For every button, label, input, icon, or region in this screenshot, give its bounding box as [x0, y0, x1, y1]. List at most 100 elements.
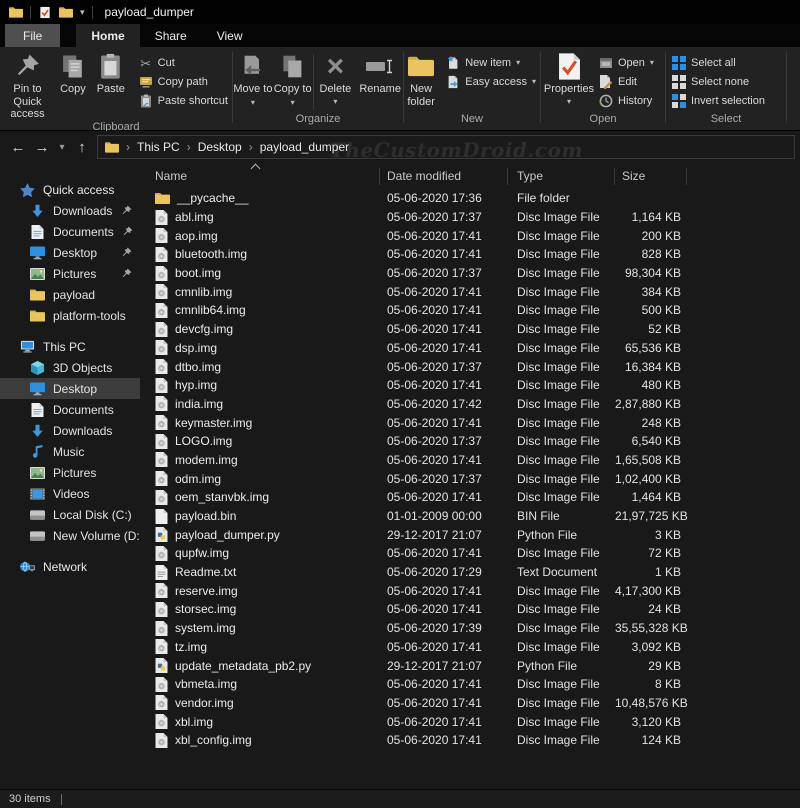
file-row[interactable]: storsec.img05-06-2020 17:41Disc Image Fi… — [140, 600, 800, 619]
sidebar-item-videos[interactable]: Videos — [0, 483, 140, 504]
tab-file[interactable]: File — [5, 24, 60, 47]
sidebar-item-new-volume-d-[interactable]: New Volume (D:) — [0, 525, 140, 546]
recent-locations-caret-icon[interactable]: ▾ — [54, 142, 70, 153]
easy-access-button[interactable]: Easy access ▾ — [446, 74, 536, 90]
divider — [30, 6, 31, 19]
paste-shortcut-button[interactable]: Paste shortcut — [139, 93, 228, 109]
sidebar-item-pictures[interactable]: Pictures — [0, 263, 140, 284]
file-row[interactable]: abl.img05-06-2020 17:37Disc Image File1,… — [140, 208, 800, 227]
file-type: Disc Image File — [508, 247, 615, 261]
group-divider — [786, 52, 787, 123]
up-button[interactable]: ↑ — [70, 139, 94, 156]
sidebar-item-documents[interactable]: Documents — [0, 399, 140, 420]
sidebar-item-desktop[interactable]: Desktop — [0, 378, 140, 399]
copy-button[interactable]: Copy — [55, 50, 91, 96]
file-row[interactable]: LOGO.img05-06-2020 17:37Disc Image File6… — [140, 432, 800, 451]
file-row[interactable]: vbmeta.img05-06-2020 17:41Disc Image Fil… — [140, 675, 800, 694]
forward-button[interactable]: → — [30, 139, 54, 156]
file-row[interactable]: tz.img05-06-2020 17:41Disc Image File3,0… — [140, 638, 800, 657]
select-all-button[interactable]: Select all — [672, 55, 765, 71]
sidebar-item-downloads[interactable]: Downloads — [0, 420, 140, 441]
file-row[interactable]: vendor.img05-06-2020 17:41Disc Image Fil… — [140, 694, 800, 713]
folder-icon[interactable] — [59, 6, 73, 19]
column-header-type[interactable]: Type — [508, 168, 615, 185]
file-row[interactable]: system.img05-06-2020 17:39Disc Image Fil… — [140, 619, 800, 638]
paste-button[interactable]: Paste — [91, 50, 131, 96]
open-button[interactable]: Open ▾ — [599, 55, 654, 71]
file-row[interactable]: dsp.img05-06-2020 17:41Disc Image File65… — [140, 339, 800, 358]
copy-to-button[interactable]: Copy to ▾ — [273, 50, 313, 108]
file-row[interactable]: hyp.img05-06-2020 17:41Disc Image File48… — [140, 376, 800, 395]
tab-share[interactable]: Share — [140, 24, 202, 47]
sidebar-item-label: Desktop — [53, 246, 97, 260]
move-to-button[interactable]: Move to ▾ — [233, 50, 273, 108]
pin-to-quick-access-button[interactable]: Pin to Quick access — [0, 50, 55, 121]
file-row[interactable]: payload.bin01-01-2009 00:00BIN File21,97… — [140, 507, 800, 526]
file-size: 2,87,880 KB — [615, 397, 687, 411]
file-date-modified: 05-06-2020 17:41 — [380, 416, 508, 430]
file-row[interactable]: reserve.img05-06-2020 17:41Disc Image Fi… — [140, 581, 800, 600]
address-box[interactable]: › This PC › Desktop › payload_dumper — [97, 135, 795, 159]
file-row[interactable]: __pycache__05-06-2020 17:36File folder — [140, 189, 800, 208]
tab-home[interactable]: Home — [76, 24, 139, 47]
file-row[interactable]: oem_stanvbk.img05-06-2020 17:41Disc Imag… — [140, 488, 800, 507]
delete-button[interactable]: × Delete ▾ — [314, 50, 358, 106]
history-button[interactable]: History — [599, 93, 654, 109]
sidebar-item-platform-tools[interactable]: platform-tools — [0, 305, 140, 326]
edit-button[interactable]: Edit — [599, 74, 654, 90]
file-row[interactable]: modem.img05-06-2020 17:41Disc Image File… — [140, 451, 800, 470]
disc-icon — [155, 452, 168, 467]
file-row[interactable]: devcfg.img05-06-2020 17:41Disc Image Fil… — [140, 320, 800, 339]
file-row[interactable]: boot.img05-06-2020 17:37Disc Image File9… — [140, 264, 800, 283]
sidebar-item-payload[interactable]: payload — [0, 284, 140, 305]
column-header-date-modified[interactable]: Date modified — [380, 168, 508, 185]
column-header-size[interactable]: Size — [615, 168, 687, 185]
sidebar-item-desktop[interactable]: Desktop — [0, 242, 140, 263]
file-row[interactable]: xbl_config.img05-06-2020 17:41Disc Image… — [140, 731, 800, 750]
file-row[interactable]: keymaster.img05-06-2020 17:41Disc Image … — [140, 413, 800, 432]
sidebar-item-downloads[interactable]: Downloads — [0, 200, 140, 221]
rename-button[interactable]: Rename — [357, 50, 403, 96]
quick-access-toolbar-caret-icon[interactable]: ▾ — [80, 8, 85, 17]
invert-selection-button[interactable]: Invert selection — [672, 93, 765, 109]
edit-label: Edit — [618, 76, 637, 88]
file-row[interactable]: Readme.txt05-06-2020 17:29Text Document1… — [140, 563, 800, 582]
breadcrumb-this-pc[interactable]: This PC — [137, 140, 180, 154]
cut-button[interactable]: ✂ Cut — [139, 55, 228, 71]
file-size: 3,092 KB — [615, 640, 687, 654]
file-row[interactable]: bluetooth.img05-06-2020 17:41Disc Image … — [140, 245, 800, 264]
new-folder-button[interactable]: New folder — [404, 50, 438, 108]
file-row[interactable]: cmnlib.img05-06-2020 17:41Disc Image Fil… — [140, 282, 800, 301]
sidebar-item-music[interactable]: Music — [0, 441, 140, 462]
back-button[interactable]: ← — [6, 139, 30, 156]
sidebar-item-local-disk-c-[interactable]: Local Disk (C:) — [0, 504, 140, 525]
file-row[interactable]: dtbo.img05-06-2020 17:37Disc Image File1… — [140, 357, 800, 376]
file-row[interactable]: xbl.img05-06-2020 17:41Disc Image File3,… — [140, 712, 800, 731]
file-size: 1,02,400 KB — [615, 472, 687, 486]
select-none-button[interactable]: Select none — [672, 74, 765, 90]
folder-icon[interactable] — [9, 6, 23, 19]
file-row[interactable]: aop.img05-06-2020 17:41Disc Image File20… — [140, 226, 800, 245]
file-row[interactable]: india.img05-06-2020 17:42Disc Image File… — [140, 395, 800, 414]
new-item-button[interactable]: New item ▾ — [446, 55, 536, 71]
properties-button[interactable]: Properties ▾ — [541, 50, 597, 106]
tab-view[interactable]: View — [202, 24, 258, 47]
properties-check-icon[interactable] — [38, 6, 52, 19]
file-row[interactable]: payload_dumper.py29-12-2017 21:07Python … — [140, 525, 800, 544]
column-header-name[interactable]: Name — [140, 168, 380, 185]
new-folder-label: New folder — [404, 83, 438, 108]
copy-path-button[interactable]: Copy path — [139, 74, 228, 90]
sidebar-item-documents[interactable]: Documents — [0, 221, 140, 242]
file-row[interactable]: cmnlib64.img05-06-2020 17:41Disc Image F… — [140, 301, 800, 320]
file-row[interactable]: update_metadata_pb2.py29-12-2017 21:07Py… — [140, 656, 800, 675]
sidebar-item-pictures[interactable]: Pictures — [0, 462, 140, 483]
file-row[interactable]: odm.img05-06-2020 17:37Disc Image File1,… — [140, 469, 800, 488]
sidebar-item-3d-objects[interactable]: 3D Objects — [0, 357, 140, 378]
breadcrumb-payload-dumper[interactable]: payload_dumper — [260, 140, 349, 154]
sidebar-item-label: payload — [53, 288, 95, 302]
breadcrumb-desktop[interactable]: Desktop — [198, 140, 242, 154]
file-row[interactable]: qupfw.img05-06-2020 17:41Disc Image File… — [140, 544, 800, 563]
sidebar-item-this-pc[interactable]: This PC — [0, 336, 140, 357]
sidebar-item-quick-access[interactable]: Quick access — [0, 179, 140, 200]
sidebar-item-network[interactable]: Network — [0, 556, 140, 577]
